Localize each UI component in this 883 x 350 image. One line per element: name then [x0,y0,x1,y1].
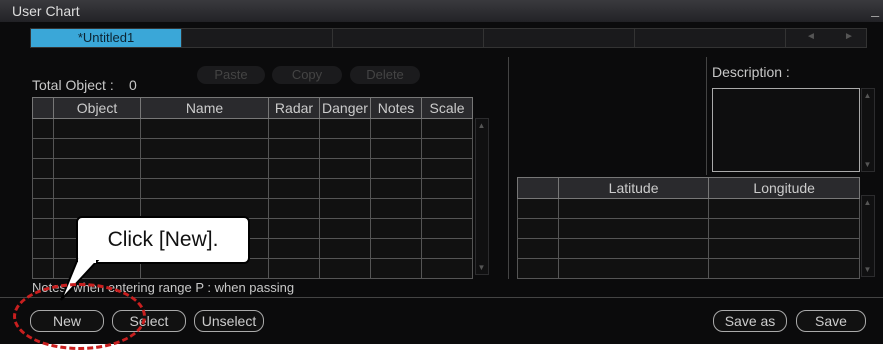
table-row[interactable] [32,138,473,159]
tab-empty[interactable] [635,29,786,47]
paste-button[interactable]: Paste [197,66,265,84]
description-scrollbar[interactable]: ▲ ▼ [861,88,875,172]
tab-empty[interactable] [484,29,635,47]
coordinate-table: Latitude Longitude [517,177,860,279]
scroll-down-icon[interactable]: ▼ [863,159,872,170]
select-column-header[interactable] [32,97,54,119]
table-row[interactable] [32,118,473,139]
window-title: User Chart [12,3,80,19]
copy-button[interactable]: Copy [272,66,342,84]
tab-untitled1[interactable]: *Untitled1 [31,29,182,47]
unselect-button[interactable]: Unselect [194,310,264,332]
object-table-scrollbar[interactable]: ▲ ▼ [475,118,489,275]
tab-prev-icon[interactable]: ◄ [806,31,816,42]
tab-next-icon[interactable]: ► [844,31,854,42]
name-column-header[interactable]: Name [140,97,269,119]
description-label: Description : [712,64,790,80]
object-column-header[interactable]: Object [53,97,141,119]
scale-column-header[interactable]: Scale [421,97,473,119]
highlight-ring [13,283,146,350]
table-row[interactable] [32,158,473,179]
delete-button[interactable]: Delete [350,66,420,84]
title-bar: User Chart _ [0,0,883,22]
total-object-label: Total Object : [32,77,114,93]
table-row[interactable] [517,258,860,279]
notes-column-header[interactable]: Notes [370,97,422,119]
tab-empty[interactable] [182,29,333,47]
chart-tab-bar: *Untitled1 ◄ ► [30,28,867,48]
coordinate-table-scrollbar[interactable]: ▲ ▼ [861,195,875,277]
table-row[interactable] [517,198,860,219]
latitude-column-header[interactable]: Latitude [557,177,710,199]
scroll-up-icon[interactable]: ▲ [863,90,872,101]
coordinate-table-header: Latitude Longitude [517,177,860,199]
scroll-up-icon[interactable]: ▲ [477,120,486,131]
scroll-down-icon[interactable]: ▼ [863,264,872,275]
minimize-icon[interactable]: _ [871,1,879,17]
danger-column-header[interactable]: Danger [319,97,371,119]
table-row[interactable] [32,178,473,199]
radar-column-header[interactable]: Radar [268,97,320,119]
scroll-up-icon[interactable]: ▲ [863,197,872,208]
panel-divider [706,57,707,175]
save-button[interactable]: Save [796,310,866,332]
object-table-header: Object Name Radar Danger Notes Scale [32,97,473,119]
description-field[interactable] [712,88,860,172]
table-row[interactable] [517,218,860,239]
user-chart-window: User Chart _ *Untitled1 ◄ ► Total Object… [0,0,883,344]
longitude-column-header[interactable]: Longitude [708,177,860,199]
table-row[interactable] [517,238,860,259]
panel-divider [508,57,509,279]
total-object-value: 0 [129,77,137,93]
tab-empty[interactable] [333,29,484,47]
scroll-down-icon[interactable]: ▼ [477,262,486,273]
select-column-header[interactable] [517,177,559,199]
save-as-button[interactable]: Save as [713,310,787,332]
